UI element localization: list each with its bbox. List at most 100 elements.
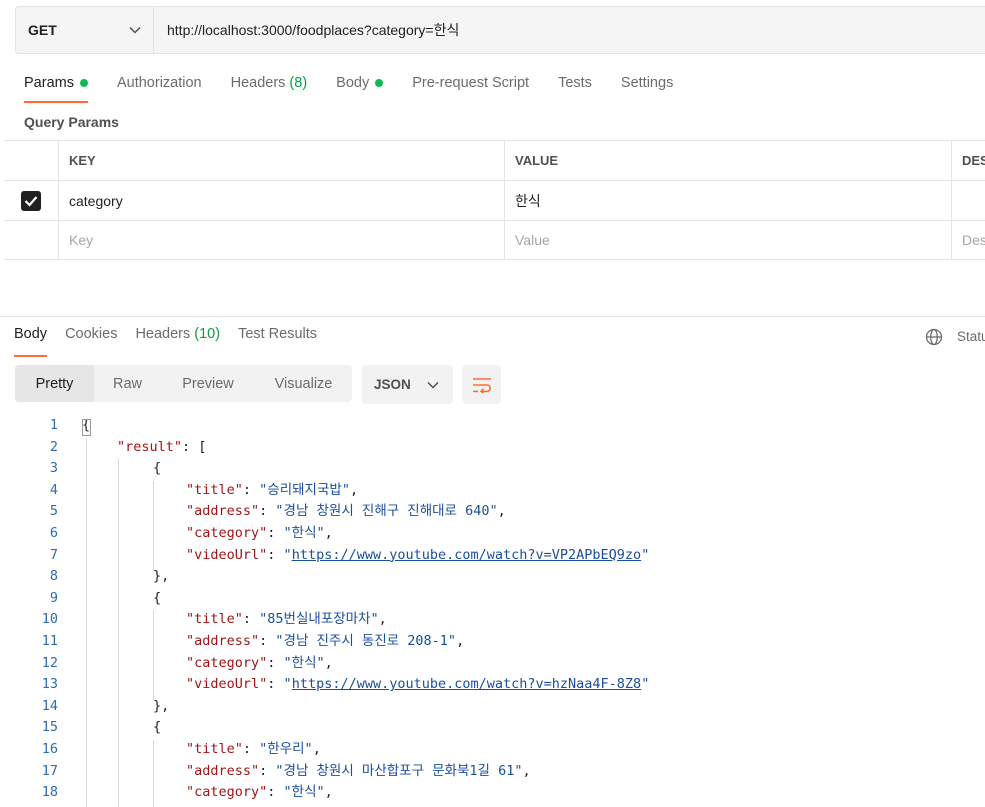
tab-settings[interactable]: Settings xyxy=(621,72,673,94)
query-params-table: KEY VALUE DES category 한식 Key Value Des xyxy=(4,140,985,260)
json-key: "videoUrl" xyxy=(186,546,268,563)
code-line: 11 "address": "경남 진주시 동진로 208-1", xyxy=(0,631,985,653)
line-number: 8 xyxy=(49,568,58,585)
json-string: " xyxy=(283,676,292,693)
json-key: "result" xyxy=(117,438,183,455)
json-key: "title" xyxy=(186,611,243,628)
view-visualize-button[interactable]: Visualize xyxy=(255,365,352,402)
code-text: "result": [ xyxy=(117,437,206,459)
code-line: 6 "category": "한식", xyxy=(0,523,985,545)
tab-body[interactable]: Body xyxy=(336,72,384,94)
new-key-field[interactable]: Key xyxy=(59,221,505,259)
code-text: "address": "경남 진주시 동진로 208-1", xyxy=(186,631,464,653)
status-dot-icon xyxy=(375,79,384,87)
json-punctuation: , xyxy=(312,740,321,757)
json-punctuation: , xyxy=(324,654,333,671)
param-value-field[interactable]: 한식 xyxy=(505,181,952,220)
code-text: "category": "한식", xyxy=(186,653,333,675)
globe-icon[interactable] xyxy=(925,328,943,346)
json-punctuation: { xyxy=(153,719,162,736)
json-punctuation: , xyxy=(456,632,465,649)
tab-response-headers[interactable]: Headers (10) xyxy=(135,326,220,350)
json-punctuation: : xyxy=(242,481,260,498)
method-select[interactable]: GET xyxy=(16,7,154,53)
code-text: "videoUrl": "https://www.youtube.com/wat… xyxy=(186,545,649,567)
json-key: "category" xyxy=(186,784,268,801)
video-url-link[interactable]: https://www.youtube.com/watch?v=VP2APbEQ… xyxy=(292,547,642,563)
json-string: "경남 창원시 마산합포구 문화북1길 61" xyxy=(275,762,523,779)
view-raw-button[interactable]: Raw xyxy=(94,365,161,402)
line-number: 16 xyxy=(41,740,58,757)
request-tabs: Params Authorization Headers (8) Body Pre… xyxy=(24,72,702,103)
checkbox-column-header xyxy=(4,141,59,180)
view-pretty-button[interactable]: Pretty xyxy=(15,365,94,402)
code-line: 14}, xyxy=(0,696,985,718)
json-string: "승리돼지국밥" xyxy=(259,481,350,498)
json-key: "address" xyxy=(186,503,260,520)
line-number: 2 xyxy=(49,438,58,455)
format-select[interactable]: JSON xyxy=(362,365,453,404)
tab-authorization[interactable]: Authorization xyxy=(117,72,202,94)
tab-label: Tests xyxy=(558,75,592,91)
url-input[interactable]: http://localhost:3000/foodplaces?categor… xyxy=(154,20,459,40)
json-string: "85번실내포장마차" xyxy=(259,611,379,628)
tab-cookies[interactable]: Cookies xyxy=(65,326,117,350)
tab-response-body[interactable]: Body xyxy=(14,326,48,357)
wrap-lines-button[interactable] xyxy=(462,365,501,404)
tab-count: (10) xyxy=(194,326,221,342)
pane-divider[interactable] xyxy=(0,316,985,317)
line-number: 4 xyxy=(49,481,58,498)
method-label: GET xyxy=(28,22,57,38)
json-punctuation: { xyxy=(153,589,162,606)
json-string: "한식" xyxy=(283,654,325,671)
code-line: 13 "videoUrl": "https://www.youtube.com/w… xyxy=(0,674,985,696)
param-key-field[interactable]: category xyxy=(59,181,505,220)
new-value-field[interactable]: Value xyxy=(505,221,952,259)
param-description-field[interactable] xyxy=(952,181,985,220)
table-row-empty: Key Value Des xyxy=(4,221,985,260)
code-text: "title": "승리돼지국밥", xyxy=(186,480,358,502)
new-description-field[interactable]: Des xyxy=(952,221,985,259)
line-number: 13 xyxy=(41,676,58,693)
tab-params[interactable]: Params xyxy=(24,72,88,103)
tab-label: Settings xyxy=(620,75,674,91)
code-text: { xyxy=(153,717,161,739)
json-punctuation: : xyxy=(259,503,276,520)
line-number: 11 xyxy=(41,632,58,649)
view-preview-button[interactable]: Preview xyxy=(161,365,255,402)
code-text: "category": "한식", xyxy=(186,523,333,545)
json-punctuation: : xyxy=(267,784,284,801)
column-header-key: KEY xyxy=(59,141,505,180)
indent-guide xyxy=(153,481,154,571)
line-number: 6 xyxy=(49,524,58,541)
code-line: 1{ xyxy=(0,415,985,437)
json-punctuation: , xyxy=(324,784,333,801)
line-number: 12 xyxy=(41,654,58,671)
json-punctuation: , xyxy=(378,611,387,628)
tab-tests[interactable]: Tests xyxy=(558,72,592,94)
json-punctuation: : xyxy=(242,611,260,628)
json-punctuation: , xyxy=(497,503,506,520)
tab-pre-request-script[interactable]: Pre-request Script xyxy=(412,72,529,94)
video-url-link[interactable]: https://www.youtube.com/watch?v=hzNaa4F-… xyxy=(292,676,642,692)
line-number: 1 xyxy=(49,417,58,433)
line-number: 9 xyxy=(49,589,58,606)
code-text: "title": "한우리", xyxy=(186,739,321,761)
json-punctuation: }, xyxy=(153,568,170,585)
json-key: "category" xyxy=(186,524,268,541)
tab-test-results[interactable]: Test Results xyxy=(238,326,317,350)
line-number: 18 xyxy=(41,784,58,801)
response-body-code[interactable]: 1{2 "result": [3{4 "title": "승리돼지국밥", 5 "add… xyxy=(0,415,985,804)
tab-headers[interactable]: Headers (8) xyxy=(231,72,308,94)
json-punctuation: , xyxy=(349,481,359,498)
json-string: " xyxy=(641,676,650,693)
code-line: 8}, xyxy=(0,566,985,588)
chevron-down-icon xyxy=(427,381,439,389)
json-key: "category" xyxy=(186,654,268,671)
param-checkbox[interactable] xyxy=(21,190,41,211)
query-params-title: Query Params xyxy=(24,114,119,130)
table-header-row: KEY VALUE DES xyxy=(4,141,985,181)
line-number: 7 xyxy=(49,546,58,563)
json-punctuation: : xyxy=(267,546,284,563)
column-header-value: VALUE xyxy=(505,141,952,180)
